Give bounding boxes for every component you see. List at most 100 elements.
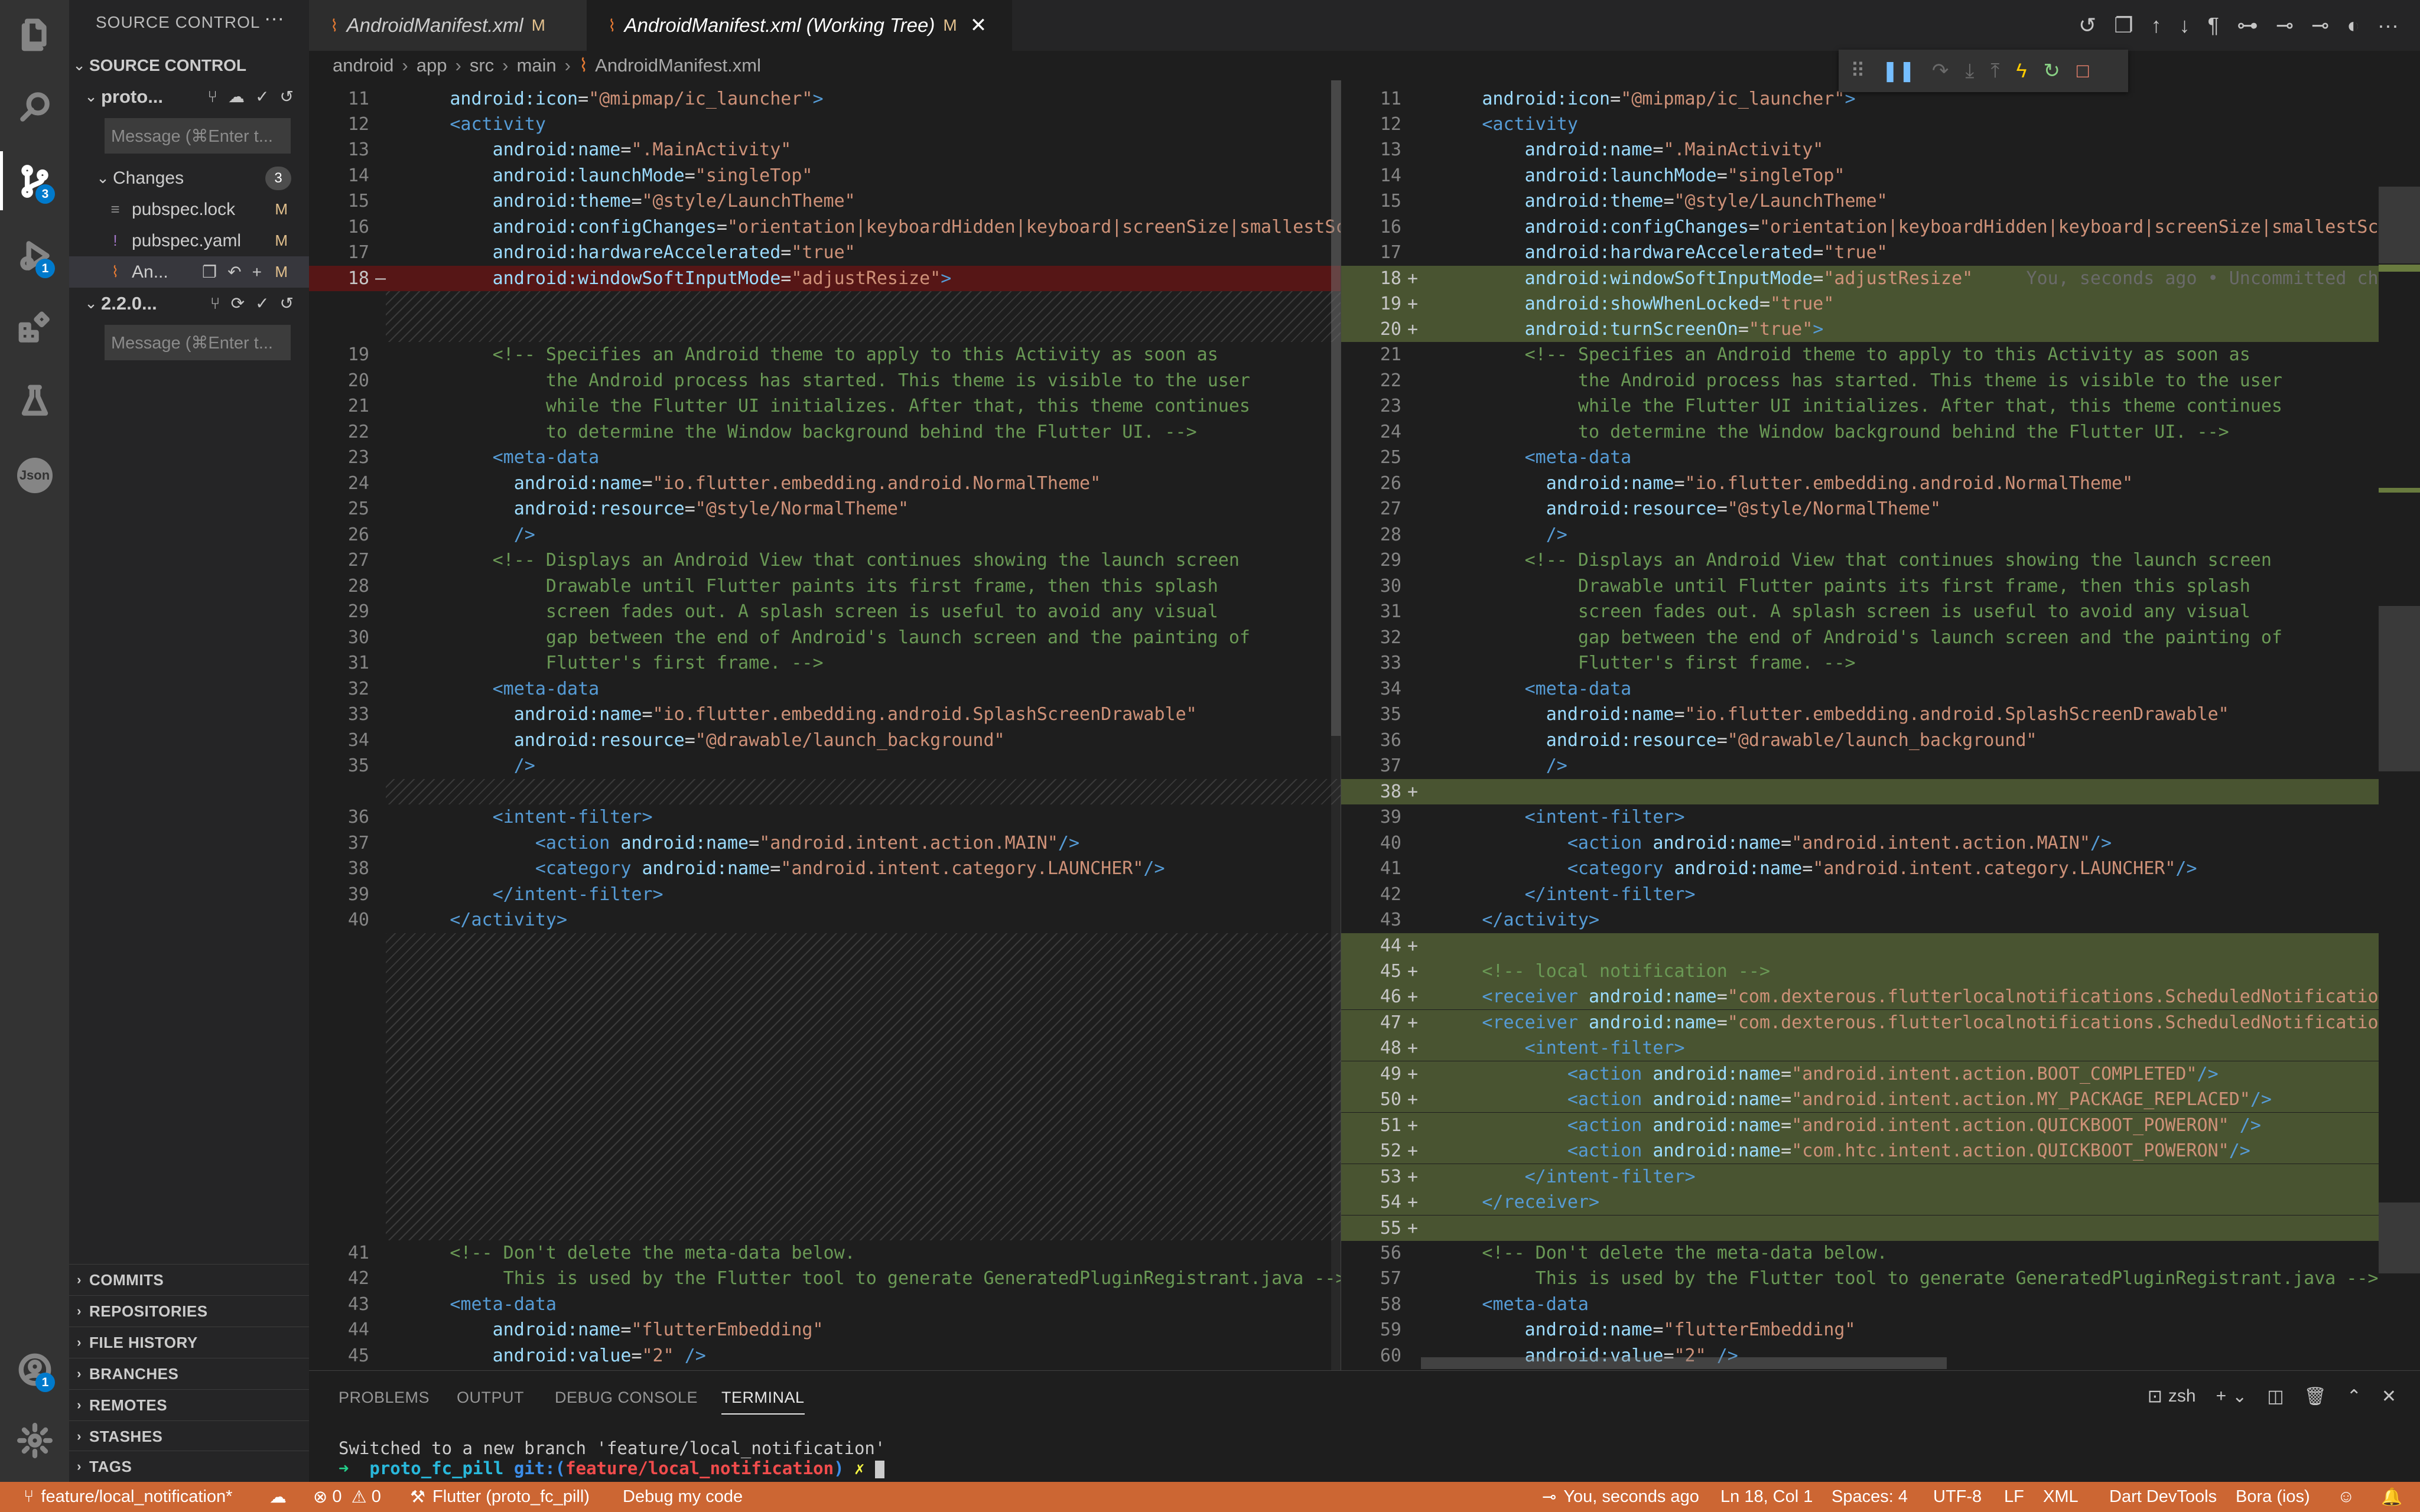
new-terminal-plus-icon[interactable]: + bbox=[2216, 1386, 2227, 1406]
status-encoding[interactable]: UTF-8 bbox=[1933, 1482, 1982, 1512]
tab-problems[interactable]: PROBLEMS bbox=[339, 1389, 430, 1407]
status-blame[interactable]: ⊸ You, seconds ago bbox=[1542, 1482, 1699, 1512]
changes-group[interactable]: ⌄ Changes 3 bbox=[69, 162, 309, 194]
breadcrumb-item[interactable]: src bbox=[470, 55, 494, 76]
run-debug-icon[interactable]: 1 bbox=[0, 221, 69, 290]
close-icon[interactable]: ✕ bbox=[970, 14, 987, 37]
step-out-icon[interactable]: ⤒ bbox=[1990, 60, 1999, 83]
diff-editor-original[interactable]: 11 android:icon="@mipmap/ic_launcher"> 1… bbox=[309, 80, 1341, 1370]
shell-name[interactable]: zsh bbox=[2168, 1386, 2196, 1406]
step-over-icon[interactable]: ↷ bbox=[1932, 59, 1949, 83]
bell-icon[interactable]: 🔔 bbox=[2381, 1482, 2402, 1512]
tab-androidmanifest-working-tree[interactable]: ⌇ AndroidManifest.xml (Working Tree) M ✕ bbox=[587, 0, 1012, 51]
status-eol[interactable]: LF bbox=[2004, 1482, 2024, 1512]
drag-handle-icon[interactable]: ⠿ bbox=[1850, 59, 1865, 83]
sync-icon[interactable]: ⟳ bbox=[231, 294, 245, 313]
terminal-prompt[interactable]: ➜ proto_fc_pill git:(feature/local_notif… bbox=[339, 1458, 884, 1478]
arrow-down-icon[interactable]: ↓ bbox=[2180, 13, 2190, 38]
discard-icon[interactable]: ↶ bbox=[227, 262, 241, 282]
status-branch[interactable]: ⑂ feature/local_notification* bbox=[24, 1482, 232, 1512]
status-problems[interactable]: ⊗ 0 ⚠ 0 bbox=[313, 1482, 381, 1512]
commit-message-input-2[interactable]: Message (⌘Enter t... bbox=[105, 325, 291, 360]
changed-file-pubspec-lock[interactable]: ≡ pubspec.lock M bbox=[69, 194, 309, 225]
tab-debug-console[interactable]: DEBUG CONSOLE bbox=[555, 1389, 698, 1407]
split-terminal-icon[interactable]: ◫ bbox=[2267, 1386, 2284, 1407]
search-icon[interactable] bbox=[0, 72, 69, 141]
history-icon[interactable]: ↺ bbox=[280, 294, 294, 313]
stage-plus-icon[interactable]: + bbox=[252, 263, 262, 282]
horizontal-scrollbar[interactable] bbox=[1421, 1357, 1947, 1369]
commit-check-icon[interactable]: ✓ bbox=[255, 87, 269, 106]
open-file-icon[interactable]: ❐ bbox=[202, 262, 217, 282]
branch-icon[interactable]: ⑂ bbox=[207, 87, 217, 106]
trash-icon[interactable]: 🗑 bbox=[2304, 1386, 2327, 1407]
restart-icon[interactable]: ↻ bbox=[2043, 59, 2060, 83]
breadcrumb-item[interactable]: main bbox=[516, 55, 556, 76]
tab-androidmanifest[interactable]: ⌇ AndroidManifest.xml M bbox=[309, 0, 587, 51]
section-branches[interactable]: › BRANCHES bbox=[69, 1358, 309, 1389]
status-language[interactable]: XML bbox=[2043, 1482, 2079, 1512]
arrow-up-icon[interactable]: ↑ bbox=[2151, 13, 2162, 38]
history-icon[interactable]: ↺ bbox=[280, 87, 294, 106]
breadcrumb-item[interactable]: android bbox=[333, 55, 393, 76]
section-remotes[interactable]: › REMOTES bbox=[69, 1389, 309, 1420]
explorer-icon[interactable] bbox=[0, 0, 69, 69]
rss-file-icon: ⌇ bbox=[608, 16, 616, 35]
status-devtools[interactable]: Dart DevTools bbox=[2109, 1482, 2217, 1512]
pilcrow-icon[interactable]: ¶ bbox=[2208, 13, 2219, 38]
breadcrumb-item[interactable]: app bbox=[417, 55, 447, 76]
more-actions-icon[interactable]: ··· bbox=[2377, 13, 2399, 38]
tab-terminal[interactable]: TERMINAL bbox=[721, 1389, 805, 1415]
changed-file-androidmanifest[interactable]: ⌇ An... ❐ ↶ + M bbox=[69, 256, 309, 288]
extensions-icon[interactable] bbox=[0, 293, 69, 362]
testing-icon[interactable] bbox=[0, 366, 69, 435]
commit-check-icon[interactable]: ✓ bbox=[255, 294, 269, 313]
commit-message-input[interactable]: Message (⌘Enter t... bbox=[105, 118, 291, 154]
added-line: 38 + bbox=[1341, 779, 2379, 805]
json-icon[interactable]: Json bbox=[0, 441, 69, 510]
pause-icon[interactable]: ❚❚ bbox=[1882, 59, 1915, 83]
source-control-icon[interactable]: 3 bbox=[0, 146, 69, 216]
breadcrumb-item[interactable]: AndroidManifest.xml bbox=[595, 55, 761, 76]
feedback-icon[interactable]: ☺ bbox=[2337, 1482, 2355, 1512]
diff-editor-modified[interactable]: 11 android:icon="@mipmap/ic_launcher"> 1… bbox=[1341, 80, 2379, 1370]
git-compare-icon[interactable]: ⊶ bbox=[2237, 13, 2258, 38]
branch-icon[interactable]: ⑂ bbox=[210, 294, 220, 313]
status-spaces[interactable]: Spaces: 4 bbox=[1832, 1482, 1908, 1512]
status-device[interactable]: Bora (ios) bbox=[2236, 1482, 2310, 1512]
accounts-icon[interactable]: 1 bbox=[0, 1335, 69, 1404]
hot-reload-icon[interactable]: ϟ bbox=[2016, 60, 2027, 83]
status-debug[interactable]: Debug my code bbox=[623, 1482, 743, 1512]
stop-icon[interactable]: □ bbox=[2077, 60, 2089, 83]
close-icon[interactable]: ✕ bbox=[2382, 1386, 2396, 1407]
section-repositories[interactable]: › REPOSITORIES bbox=[69, 1295, 309, 1327]
overview-ruler[interactable] bbox=[2379, 80, 2420, 1370]
sync-icon[interactable]: ☁ bbox=[269, 1482, 287, 1512]
timeline-icon[interactable]: ↺ bbox=[2079, 13, 2096, 38]
chevron-down-icon[interactable]: ⌄ bbox=[2232, 1386, 2247, 1407]
source-control-sidebar: SOURCE CONTROL ··· ⌄ SOURCE CONTROL ⌄ pr… bbox=[69, 0, 309, 1482]
diff-filler bbox=[386, 779, 1341, 804]
repo-row-proto[interactable]: ⌄ proto... ⑂ ☁ ✓ ↺ bbox=[69, 81, 309, 112]
added-line: 47 + <receiver android:name="com.dexterou… bbox=[1341, 1010, 2379, 1036]
maximize-chevron-up-icon[interactable]: ⌃ bbox=[2347, 1386, 2362, 1407]
settings-gear-icon[interactable] bbox=[0, 1406, 69, 1475]
git-commit-icon-2[interactable]: ⊸ bbox=[2311, 13, 2329, 38]
section-file-history[interactable]: › FILE HISTORY bbox=[69, 1327, 309, 1358]
section-tags[interactable]: › TAGS bbox=[69, 1451, 309, 1482]
changed-file-pubspec-yaml[interactable]: ! pubspec.yaml M bbox=[69, 225, 309, 256]
status-position[interactable]: Ln 18, Col 1 bbox=[1720, 1482, 1813, 1512]
more-actions-icon[interactable]: ··· bbox=[264, 7, 284, 30]
section-stashes[interactable]: › STASHES bbox=[69, 1420, 309, 1452]
source-control-section-header[interactable]: ⌄ SOURCE CONTROL bbox=[69, 50, 309, 81]
tab-output[interactable]: OUTPUT bbox=[457, 1389, 524, 1407]
section-commits[interactable]: › COMMITS bbox=[69, 1264, 309, 1295]
sync-icon[interactable]: ☁ bbox=[228, 87, 245, 106]
repo-row-version[interactable]: ⌄ 2.2.0... ⑂ ⟳ ✓ ↺ bbox=[69, 288, 309, 319]
gitlens-icon[interactable]: ◐ bbox=[2347, 13, 2360, 38]
vertical-scrollbar[interactable] bbox=[1331, 80, 1341, 1370]
git-commit-icon[interactable]: ⊸ bbox=[2276, 13, 2294, 38]
open-file-icon[interactable]: ❐ bbox=[2114, 13, 2133, 38]
step-into-icon[interactable]: ⤓ bbox=[1965, 60, 1974, 83]
status-flutter[interactable]: ⚒ Flutter (proto_fc_pill) bbox=[410, 1482, 590, 1512]
